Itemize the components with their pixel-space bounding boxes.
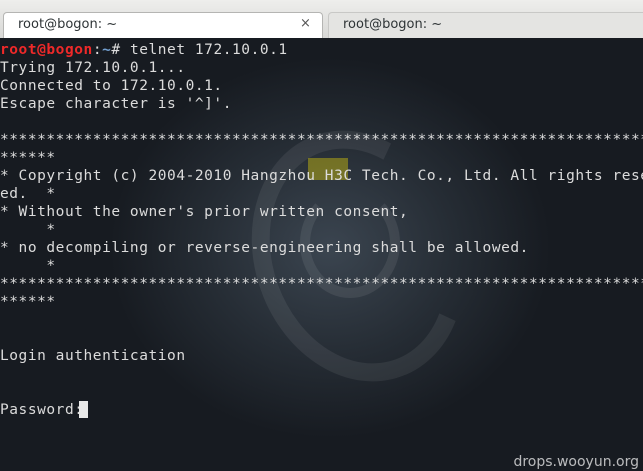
tab-title: root@bogon: ~ [18,17,118,32]
output-line: ****** [0,294,56,310]
output-line: * Copyright (c) 2004-2010 Hangzhou H3C T… [0,168,643,184]
watermark: drops.wooyun.org [513,454,639,470]
output-line: ****************************************… [0,132,643,148]
prompt-command: telnet 172.10.0.1 [129,42,288,58]
output-line: Trying 172.10.0.1... [0,60,186,76]
login-prompt: Login authentication [0,348,186,364]
prompt-symbol: # [111,42,130,58]
output-line: * Without the owner's prior written cons… [0,204,409,220]
output-line: ****** [0,150,56,166]
tab-title: root@bogon: ~ [343,17,443,32]
output-line: Escape character is '^]'. [0,96,232,112]
prompt-user-host: root@bogon [0,42,93,58]
password-prompt: Password: [0,402,84,418]
output-line: ****************************************… [0,276,643,292]
terminal-view[interactable]: root@bogon:~# telnet 172.10.0.1 Trying 1… [0,38,643,471]
prompt-line: root@bogon:~# telnet 172.10.0.1 [0,41,288,59]
output-line: ed. * [0,186,56,202]
tab-terminal-2[interactable]: root@bogon: ~ [328,12,643,38]
output-line: * [0,258,56,274]
output-line: * [0,222,56,238]
prompt-separator: : [92,42,103,58]
output-line: Connected to 172.10.0.1. [0,78,223,94]
text-cursor[interactable] [79,401,88,418]
output-line: * no decompiling or reverse-engineering … [0,240,529,256]
tab-bar: root@bogon: ~ × root@bogon: ~ [0,0,643,39]
close-icon[interactable]: × [300,16,311,31]
tab-terminal-1[interactable]: root@bogon: ~ × [3,12,323,38]
prompt-path: ~ [102,42,112,58]
